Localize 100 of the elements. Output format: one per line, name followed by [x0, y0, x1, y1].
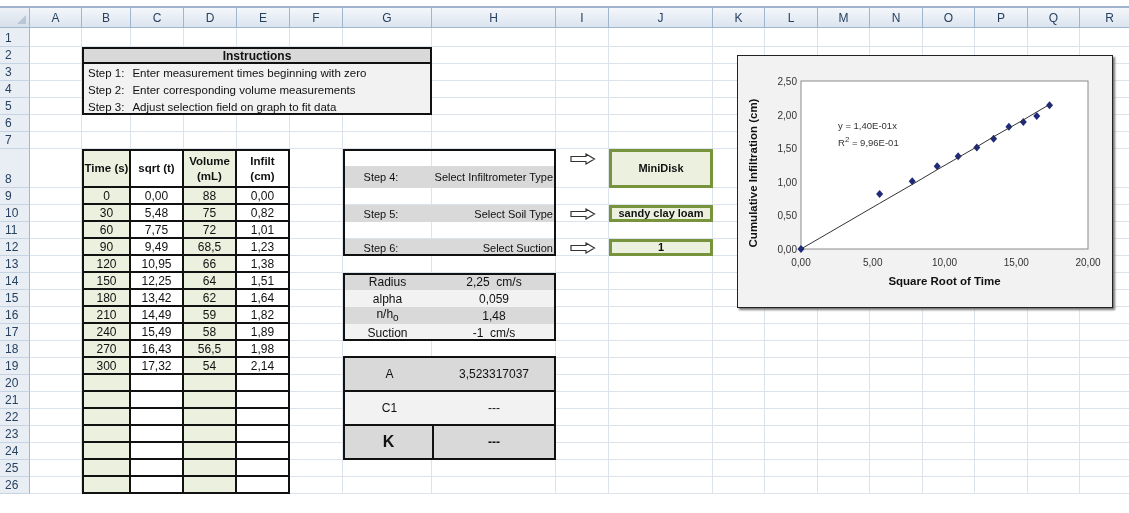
- column-header[interactable]: E: [237, 8, 290, 28]
- y-tick-label: 1,00: [777, 176, 797, 188]
- triangle-icon: [17, 15, 26, 24]
- row-header[interactable]: 3: [0, 64, 30, 81]
- row-header[interactable]: 7: [0, 132, 30, 149]
- column-header[interactable]: J: [609, 8, 713, 28]
- column-header[interactable]: K: [713, 8, 765, 28]
- row-header[interactable]: 8: [0, 149, 30, 188]
- table-cell[interactable]: 14,49: [131, 307, 184, 324]
- table-cell[interactable]: 56,5: [184, 341, 237, 358]
- column-header[interactable]: F: [290, 8, 343, 28]
- row-header[interactable]: 10: [0, 205, 30, 222]
- table-cell[interactable]: 180: [82, 290, 131, 307]
- row-header[interactable]: 18: [0, 341, 30, 358]
- table-cell[interactable]: 16,43: [131, 341, 184, 358]
- table-cell[interactable]: 0,00: [237, 188, 290, 205]
- column-header[interactable]: B: [82, 8, 131, 28]
- chart-area[interactable]: y = 1,40E-01x R$^{2}$ = 9,96E-01 0,00 0,50 1,00 1,50 2,00 2,50 0,00 5,00 10,00 15,00 20,00 Square Root of Time Cumulative Infiltration (cm): [737, 55, 1113, 308]
- result-value: ---: [487, 401, 501, 415]
- table-cell[interactable]: 300: [82, 358, 131, 375]
- row-header[interactable]: 2: [0, 47, 30, 64]
- table-cell[interactable]: 17,32: [131, 358, 184, 375]
- row-header[interactable]: 19: [0, 358, 30, 375]
- row-header[interactable]: 13: [0, 256, 30, 273]
- table-cell[interactable]: 240: [82, 324, 131, 341]
- table-cell[interactable]: 15,49: [131, 324, 184, 341]
- table-cell[interactable]: 150: [82, 273, 131, 290]
- column-header[interactable]: N: [870, 8, 923, 28]
- table-cell[interactable]: 0: [82, 188, 131, 205]
- table-cell[interactable]: 1,64: [237, 290, 290, 307]
- table-cell[interactable]: 1,23: [237, 239, 290, 256]
- table-cell[interactable]: 68,5: [184, 239, 237, 256]
- column-header[interactable]: O: [923, 8, 975, 28]
- table-cell[interactable]: 7,75: [131, 222, 184, 239]
- row-header[interactable]: 21: [0, 392, 30, 409]
- table-cell[interactable]: 1,82: [237, 307, 290, 324]
- table-cell[interactable]: 54: [184, 358, 237, 375]
- table-cell[interactable]: 62: [184, 290, 237, 307]
- column-header[interactable]: Q: [1028, 8, 1080, 28]
- table-cell[interactable]: 210: [82, 307, 131, 324]
- row-header[interactable]: 17: [0, 324, 30, 341]
- table-cell[interactable]: 60: [82, 222, 131, 239]
- table-cell[interactable]: 1,89: [237, 324, 290, 341]
- row-header[interactable]: 14: [0, 273, 30, 290]
- column-header[interactable]: A: [30, 8, 82, 28]
- table-cell[interactable]: 5,48: [131, 205, 184, 222]
- step-description: Select Soil Type: [473, 207, 554, 220]
- table-cell[interactable]: 0,00: [131, 188, 184, 205]
- row-header[interactable]: 1: [0, 28, 30, 47]
- table-cell[interactable]: 75: [184, 205, 237, 222]
- table-cell[interactable]: 88: [184, 188, 237, 205]
- column-header[interactable]: L: [765, 8, 818, 28]
- table-cell[interactable]: 9,49: [131, 239, 184, 256]
- table-cell[interactable]: 58: [184, 324, 237, 341]
- x-tick-label: 10,00: [932, 257, 957, 268]
- column-header[interactable]: C: [131, 8, 184, 28]
- table-cell[interactable]: 66: [184, 256, 237, 273]
- table-cell[interactable]: 10,95: [131, 256, 184, 273]
- table-cell[interactable]: 90: [82, 239, 131, 256]
- table-cell[interactable]: 1,51: [237, 273, 290, 290]
- step-text: Enter corresponding volume measurements: [132, 83, 356, 96]
- row-header[interactable]: 20: [0, 375, 30, 392]
- table-cell[interactable]: 1,38: [237, 256, 290, 273]
- row-header[interactable]: 11: [0, 222, 30, 239]
- row-header[interactable]: 9: [0, 188, 30, 205]
- table-cell[interactable]: 72: [184, 222, 237, 239]
- table-cell[interactable]: 270: [82, 341, 131, 358]
- column-header[interactable]: D: [184, 8, 237, 28]
- dropdown-field[interactable]: sandy clay loam: [609, 205, 713, 222]
- row-header[interactable]: 25: [0, 460, 30, 477]
- table-cell[interactable]: 13,42: [131, 290, 184, 307]
- column-header[interactable]: G: [343, 8, 432, 28]
- table-cell[interactable]: 1,01: [237, 222, 290, 239]
- row-header[interactable]: 5: [0, 98, 30, 115]
- row-header[interactable]: 4: [0, 81, 30, 98]
- column-header[interactable]: P: [975, 8, 1028, 28]
- row-header[interactable]: 26: [0, 477, 30, 494]
- table-cell[interactable]: 1,98: [237, 341, 290, 358]
- table-cell[interactable]: 12,25: [131, 273, 184, 290]
- table-cell[interactable]: 0,82: [237, 205, 290, 222]
- column-header[interactable]: I: [556, 8, 609, 28]
- row-header[interactable]: 12: [0, 239, 30, 256]
- row-header[interactable]: 16: [0, 307, 30, 324]
- row-header[interactable]: 22: [0, 409, 30, 426]
- table-cell[interactable]: 120: [82, 256, 131, 273]
- column-header[interactable]: H: [432, 8, 556, 28]
- column-header[interactable]: R: [1080, 8, 1129, 28]
- row-header[interactable]: 23: [0, 426, 30, 443]
- column-header[interactable]: M: [818, 8, 870, 28]
- dropdown-field[interactable]: MiniDisk: [609, 149, 713, 188]
- row-header[interactable]: 15: [0, 290, 30, 307]
- table-cell[interactable]: 64: [184, 273, 237, 290]
- table-cell[interactable]: 30: [82, 205, 131, 222]
- dropdown-field[interactable]: 1: [609, 239, 713, 256]
- table-cell[interactable]: 59: [184, 307, 237, 324]
- row-header[interactable]: 6: [0, 115, 30, 132]
- row-header[interactable]: 24: [0, 443, 30, 460]
- column-heading: sqrt (t): [131, 149, 184, 188]
- instructions-title: Instructions: [82, 47, 432, 64]
- table-cell[interactable]: 2,14: [237, 358, 290, 375]
